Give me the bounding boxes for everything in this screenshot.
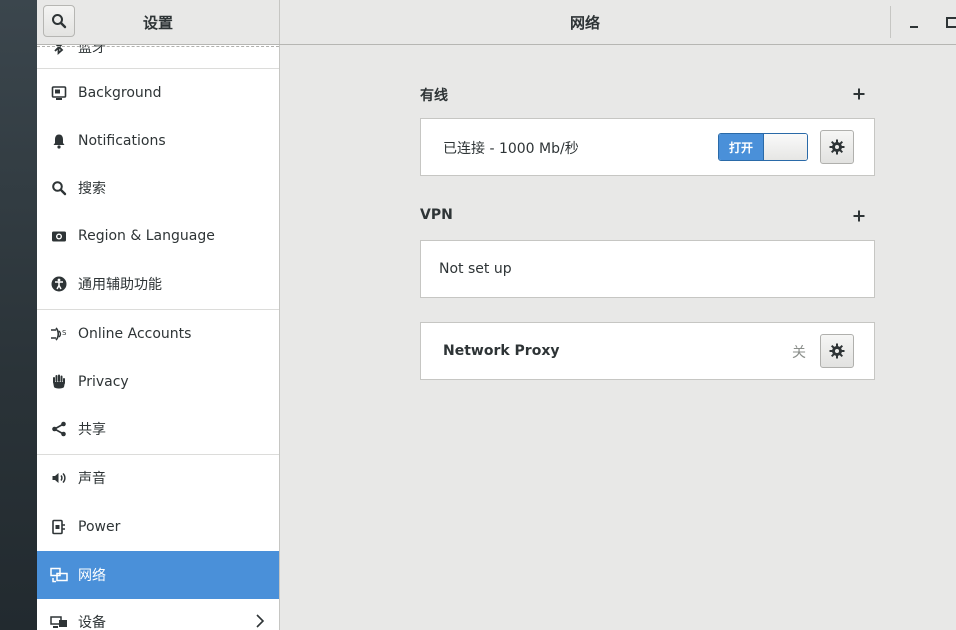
add-wired-button[interactable] xyxy=(850,85,868,103)
sidebar-item-label: Notifications xyxy=(78,133,166,149)
network-icon xyxy=(50,566,68,584)
speaker-icon xyxy=(50,469,68,487)
sidebar-item-region-language[interactable]: Region & Language xyxy=(37,213,279,259)
sidebar-item-privacy[interactable]: Privacy xyxy=(37,359,279,405)
camera-icon xyxy=(50,227,68,245)
wired-section-title: 有线 xyxy=(420,88,448,104)
chevron-right-icon xyxy=(256,614,265,628)
add-vpn-button[interactable] xyxy=(850,207,868,225)
sidebar-header: 设置 xyxy=(37,0,280,44)
sidebar-item-label: Privacy xyxy=(78,374,129,390)
wired-settings-button[interactable] xyxy=(820,130,854,164)
sidebar-item-accessibility[interactable]: 通用辅助功能 xyxy=(37,261,279,307)
settings-window: 设置 网络 蓝牙 Background Notifications 搜索 Reg… xyxy=(37,0,956,630)
accessibility-icon xyxy=(50,275,68,293)
sidebar-item-label: 通用辅助功能 xyxy=(78,277,162,293)
minimize-icon xyxy=(910,26,918,28)
header-separator xyxy=(890,6,891,38)
sidebar-divider xyxy=(37,68,279,69)
sidebar-item-sound[interactable]: 声音 xyxy=(37,455,279,501)
sidebar-title: 设置 xyxy=(142,14,173,32)
sidebar-item-online-accounts[interactable]: S Online Accounts xyxy=(37,311,279,357)
sidebar-item-label: 声音 xyxy=(78,471,106,487)
network-proxy-label: Network Proxy xyxy=(443,343,560,359)
sidebar-item-label: 搜索 xyxy=(78,181,106,197)
svg-text:S: S xyxy=(62,329,67,337)
sidebar: 蓝牙 Background Notifications 搜索 Region & … xyxy=(37,45,280,630)
background-icon xyxy=(50,84,68,102)
online-accounts-icon: S xyxy=(50,325,68,343)
sidebar-item-search[interactable]: 搜索 xyxy=(37,165,279,211)
minimize-button[interactable] xyxy=(904,14,924,34)
bell-icon xyxy=(50,132,68,150)
sidebar-item-label: Region & Language xyxy=(78,228,215,244)
sidebar-item-notifications[interactable]: Notifications xyxy=(37,118,279,164)
gear-icon xyxy=(829,343,845,359)
wired-toggle-switch[interactable]: 打开 xyxy=(718,133,808,161)
switch-on-label: 打开 xyxy=(719,134,764,160)
maximize-button[interactable] xyxy=(943,14,956,34)
power-plug-icon xyxy=(50,518,68,536)
network-proxy-card[interactable]: Network Proxy 关 xyxy=(420,322,875,380)
share-icon xyxy=(50,420,68,438)
sidebar-item-label: 网络 xyxy=(78,568,106,584)
sidebar-item-bluetooth[interactable]: 蓝牙 xyxy=(37,45,279,70)
sidebar-item-label: 共享 xyxy=(78,422,106,438)
wired-connection-card: 已连接 - 1000 Mb/秒 打开 xyxy=(420,118,875,176)
sidebar-divider xyxy=(37,309,279,310)
hand-icon xyxy=(50,373,68,391)
sidebar-item-label: Background xyxy=(78,85,162,101)
proxy-settings-button[interactable] xyxy=(820,334,854,368)
plus-icon xyxy=(853,88,865,100)
page-title: 网络 xyxy=(569,14,600,32)
sidebar-item-sharing[interactable]: 共享 xyxy=(37,406,279,452)
sidebar-item-devices[interactable]: 设备 xyxy=(37,599,279,630)
sidebar-item-label: 设备 xyxy=(78,615,106,630)
search-icon xyxy=(50,179,68,197)
vpn-empty-label: Not set up xyxy=(439,261,512,277)
vpn-card: Not set up xyxy=(420,240,875,298)
sidebar-item-background[interactable]: Background xyxy=(37,70,279,116)
sidebar-item-label: Online Accounts xyxy=(78,326,192,342)
header-bar: 设置 网络 xyxy=(37,0,956,45)
plus-icon xyxy=(853,210,865,222)
switch-knob xyxy=(764,134,807,160)
devices-icon xyxy=(50,613,68,630)
wired-status: 已连接 - 1000 Mb/秒 xyxy=(443,141,579,157)
vpn-section-title: VPN xyxy=(420,207,453,223)
maximize-icon xyxy=(946,17,956,28)
desktop-background xyxy=(0,0,37,630)
sidebar-scroll-edge xyxy=(37,45,279,47)
gear-icon xyxy=(829,139,845,155)
sidebar-item-label: Power xyxy=(78,519,121,535)
network-proxy-status: 关 xyxy=(792,345,806,361)
sidebar-item-network[interactable]: 网络 xyxy=(37,551,279,599)
sidebar-item-power[interactable]: Power xyxy=(37,504,279,550)
